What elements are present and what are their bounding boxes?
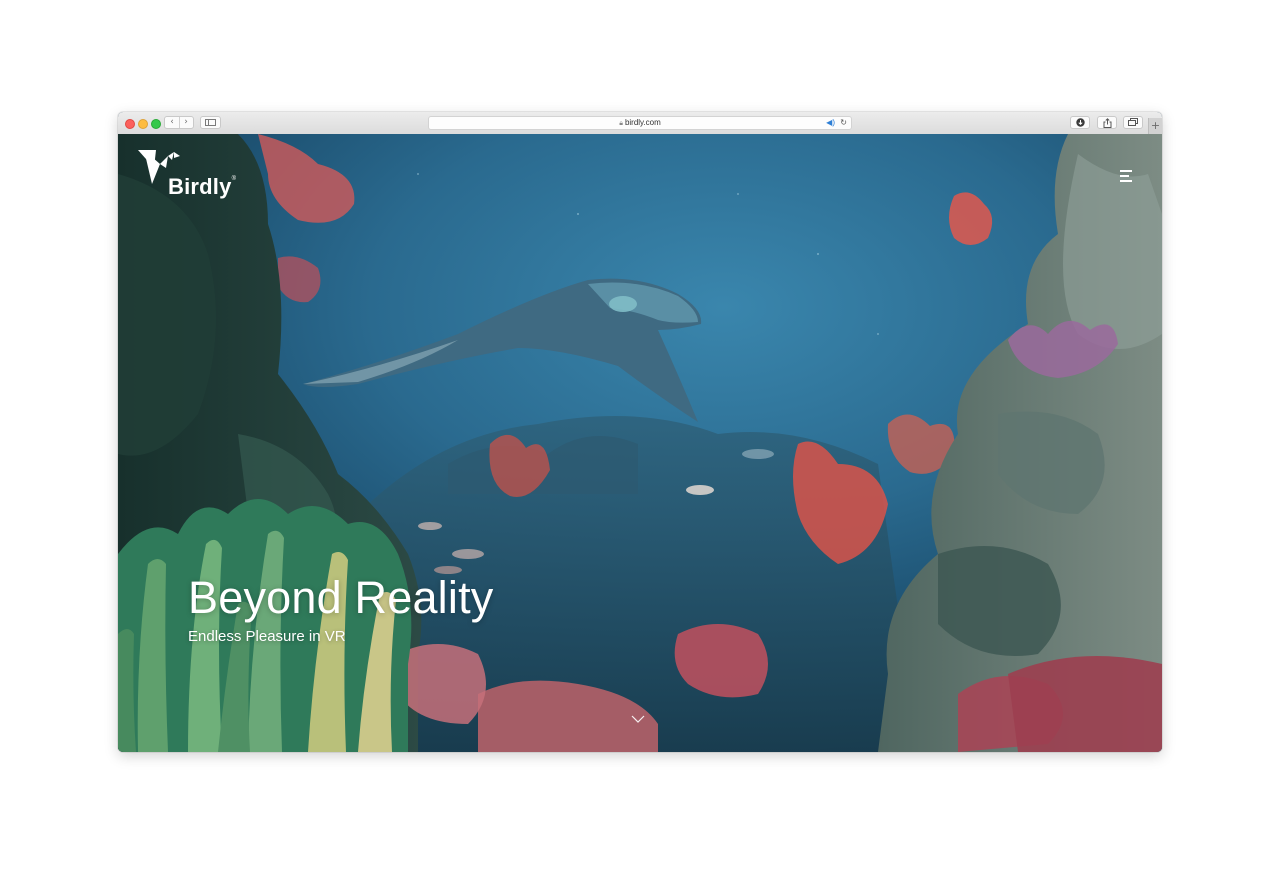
browser-window: ‹ › 🔒︎ birdly.com ◀︎) ↻ + Birdly® Beyond… (118, 112, 1162, 752)
download-icon (1075, 118, 1085, 127)
birdly-logo-link[interactable]: Birdly® (138, 150, 248, 206)
brand-text: Birdly (168, 174, 232, 199)
chevron-down-icon[interactable] (631, 711, 645, 723)
address-bar[interactable]: 🔒︎ birdly.com ◀︎) ↻ (428, 116, 852, 130)
back-button[interactable]: ‹ (165, 117, 179, 128)
lock-icon: 🔒︎ (619, 120, 623, 127)
browser-toolbar: ‹ › 🔒︎ birdly.com ◀︎) ↻ + (118, 112, 1162, 135)
hero-background-image (118, 134, 1162, 752)
sidebar-toggle-button[interactable] (200, 116, 221, 129)
tab-overview-button[interactable] (1123, 116, 1143, 129)
registered-mark: ® (231, 176, 237, 182)
back-forward-buttons: ‹ › (164, 116, 194, 129)
speaker-icon[interactable]: ◀︎) (826, 117, 835, 129)
hero-title: Beyond Reality (188, 572, 494, 623)
close-window-button[interactable] (125, 119, 135, 129)
url-text: birdly.com (624, 118, 661, 127)
downloads-button[interactable] (1070, 116, 1090, 129)
share-icon (1103, 118, 1111, 128)
share-button[interactable] (1097, 116, 1117, 129)
hero-section: Birdly® Beyond Reality Endless Pleasure … (118, 134, 1162, 752)
forward-button[interactable]: › (179, 117, 193, 128)
brand-name: Birdly® (168, 174, 236, 200)
reload-button[interactable]: ↻ (840, 117, 847, 129)
hamburger-menu-icon[interactable] (1118, 168, 1134, 184)
tabs-overview-icon (1128, 118, 1138, 126)
new-tab-button[interactable]: + (1148, 118, 1162, 134)
sidebar-icon (205, 119, 216, 126)
hero-subtitle: Endless Pleasure in VR (188, 628, 346, 645)
zoom-window-button[interactable] (151, 119, 161, 129)
minimize-window-button[interactable] (138, 119, 148, 129)
